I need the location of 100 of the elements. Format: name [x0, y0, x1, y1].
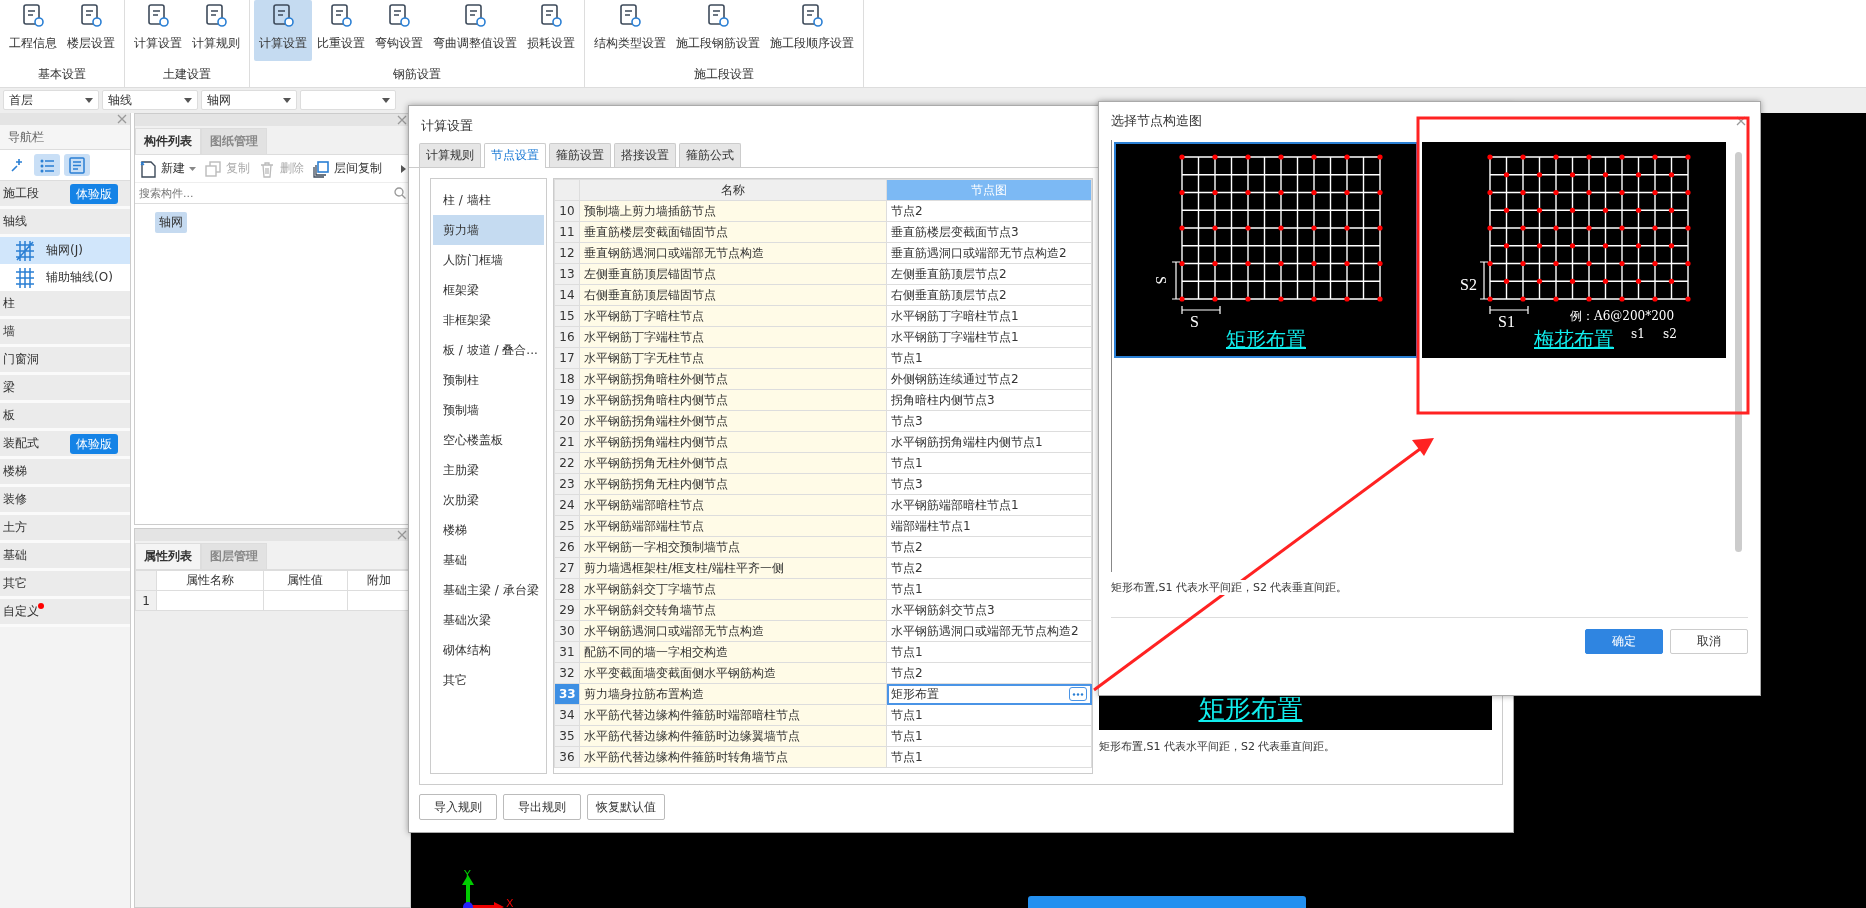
nav-category[interactable]: 门窗洞: [0, 347, 130, 375]
row-number: 24: [554, 494, 580, 516]
close-icon[interactable]: [117, 114, 127, 124]
tab[interactable]: 搭接设置: [614, 143, 676, 167]
tree-item[interactable]: 轴网: [155, 212, 187, 233]
dropdown[interactable]: [300, 90, 396, 110]
table-cell: 水平钢筋拐角暗柱外侧节点: [579, 368, 887, 390]
row-number: 11: [554, 221, 580, 243]
cell-editor[interactable]: 矩形布置: [886, 683, 1092, 705]
document-gear-icon: [20, 4, 46, 28]
ribbon-button[interactable]: 计算规则: [187, 0, 245, 61]
toolbar-button[interactable]: 层间复制: [312, 159, 382, 178]
caret-icon: [189, 166, 196, 171]
category-item[interactable]: 楼梯: [433, 515, 544, 545]
view-button[interactable]: [64, 154, 90, 176]
table-cell[interactable]: [156, 590, 264, 611]
category-item[interactable]: 其它: [433, 665, 544, 695]
ribbon-button[interactable]: 计算设置: [254, 0, 312, 61]
document-gear-icon: [617, 4, 643, 28]
close-icon[interactable]: [397, 530, 407, 540]
nav-item[interactable]: 辅助轴线(O): [0, 264, 130, 291]
tab[interactable]: 箍筋公式: [679, 143, 741, 167]
view-button[interactable]: [34, 154, 60, 176]
nav-category[interactable]: 轴线: [0, 209, 130, 237]
nav-category[interactable]: 楼梯: [0, 459, 130, 487]
nav-category[interactable]: 墙: [0, 319, 130, 347]
row-number: 35: [554, 725, 580, 747]
nav-category[interactable]: 自定义: [0, 599, 130, 627]
category-item[interactable]: 基础主梁 / 承台梁: [433, 575, 544, 605]
column-header[interactable]: 名称: [579, 179, 887, 201]
nav-category[interactable]: 装配式 体验版: [0, 431, 130, 459]
ribbon-button[interactable]: 楼层设置: [62, 0, 120, 61]
document-gear-icon: [203, 4, 229, 28]
category-item[interactable]: 预制柱: [433, 365, 544, 395]
ribbon-button[interactable]: 施工段顺序设置: [765, 0, 859, 61]
scrollbar[interactable]: [1735, 152, 1742, 552]
dialog-button[interactable]: 导入规则: [419, 794, 497, 820]
diagram-option[interactable]: S S 矩形布置: [1114, 142, 1418, 358]
nav-item[interactable]: 轴网(J): [0, 237, 130, 264]
category-item[interactable]: 砌体结构: [433, 635, 544, 665]
ribbon-button[interactable]: 比重设置: [312, 0, 370, 61]
ribbon-button[interactable]: 结构类型设置: [589, 0, 671, 61]
table-cell[interactable]: [263, 590, 348, 611]
category-item[interactable]: 剪力墙: [433, 215, 544, 245]
row-number: 23: [554, 473, 580, 495]
search-icon: [394, 187, 406, 199]
ribbon-button[interactable]: 弯曲调整值设置: [428, 0, 522, 61]
nav-category[interactable]: 板: [0, 403, 130, 431]
dialog-button[interactable]: 确定: [1585, 629, 1663, 654]
nav-category[interactable]: 柱: [0, 291, 130, 319]
search-field[interactable]: 搜索构件...: [139, 186, 394, 200]
ribbon-button[interactable]: 施工段钢筋设置: [671, 0, 765, 61]
column-header: 属性值: [263, 570, 348, 591]
ribbon-button[interactable]: 弯钩设置: [370, 0, 428, 61]
category-item[interactable]: 柱 / 墙柱: [433, 185, 544, 215]
nav-category[interactable]: 施工段 体验版: [0, 181, 130, 209]
tab[interactable]: 箍筋设置: [549, 143, 611, 167]
dropdown[interactable]: 轴网: [201, 90, 297, 110]
dimension-label: S1: [1498, 313, 1515, 330]
diagram-caption: 梅花布置: [1534, 327, 1614, 351]
tab[interactable]: 计算规则: [419, 143, 481, 167]
category-item[interactable]: 人防门框墙: [433, 245, 544, 275]
dialog-button[interactable]: 取消: [1670, 629, 1748, 654]
nav-category[interactable]: 土方: [0, 515, 130, 543]
row-number: 14: [554, 284, 580, 306]
toolbar-button[interactable]: 新建: [139, 159, 196, 178]
nav-category[interactable]: 梁: [0, 375, 130, 403]
category-item[interactable]: 主肋梁: [433, 455, 544, 485]
category-item[interactable]: 次肋梁: [433, 485, 544, 515]
nav-category[interactable]: 装修: [0, 487, 130, 515]
close-icon[interactable]: [397, 115, 407, 125]
dialog-button[interactable]: 恢复默认值: [587, 794, 665, 820]
panel-tab[interactable]: 构件列表: [135, 128, 201, 154]
row-number: 27: [554, 557, 580, 579]
ribbon-button[interactable]: 工程信息: [4, 0, 62, 61]
table-cell: 水平钢筋斜交丁字墙节点: [579, 578, 887, 600]
tab[interactable]: 节点设置: [484, 143, 546, 168]
ribbon-button[interactable]: 计算设置: [129, 0, 187, 61]
ribbon-button[interactable]: 损耗设置: [522, 0, 580, 61]
dropdown[interactable]: 轴线: [102, 90, 198, 110]
dimension-label: S: [1153, 276, 1169, 285]
more-button[interactable]: [1069, 687, 1087, 701]
category-item[interactable]: 板 / 坡道 / 叠合...: [433, 335, 544, 365]
dialog-button[interactable]: 导出规则: [503, 794, 581, 820]
document-gear-icon: [799, 4, 825, 28]
category-item[interactable]: 预制墙: [433, 395, 544, 425]
category-item[interactable]: 基础次梁: [433, 605, 544, 635]
diagram-option[interactable]: S2 S1 例：A6@200*200 梅花布置 s1 s2: [1422, 142, 1726, 358]
category-item[interactable]: 空心楼盖板: [433, 425, 544, 455]
panel-tab[interactable]: 属性列表: [135, 543, 201, 569]
nav-category[interactable]: 其它: [0, 571, 130, 599]
category-item[interactable]: 框架梁: [433, 275, 544, 305]
table-cell: 预制墙上剪力墙插筋节点: [579, 200, 887, 222]
dropdown[interactable]: 首层: [3, 90, 99, 110]
more-arrow-icon[interactable]: [401, 164, 406, 173]
row-number: 1: [135, 590, 157, 611]
category-item[interactable]: 非框架梁: [433, 305, 544, 335]
nav-category[interactable]: 基础: [0, 543, 130, 571]
category-item[interactable]: 基础: [433, 545, 544, 575]
row-number: 29: [554, 599, 580, 621]
